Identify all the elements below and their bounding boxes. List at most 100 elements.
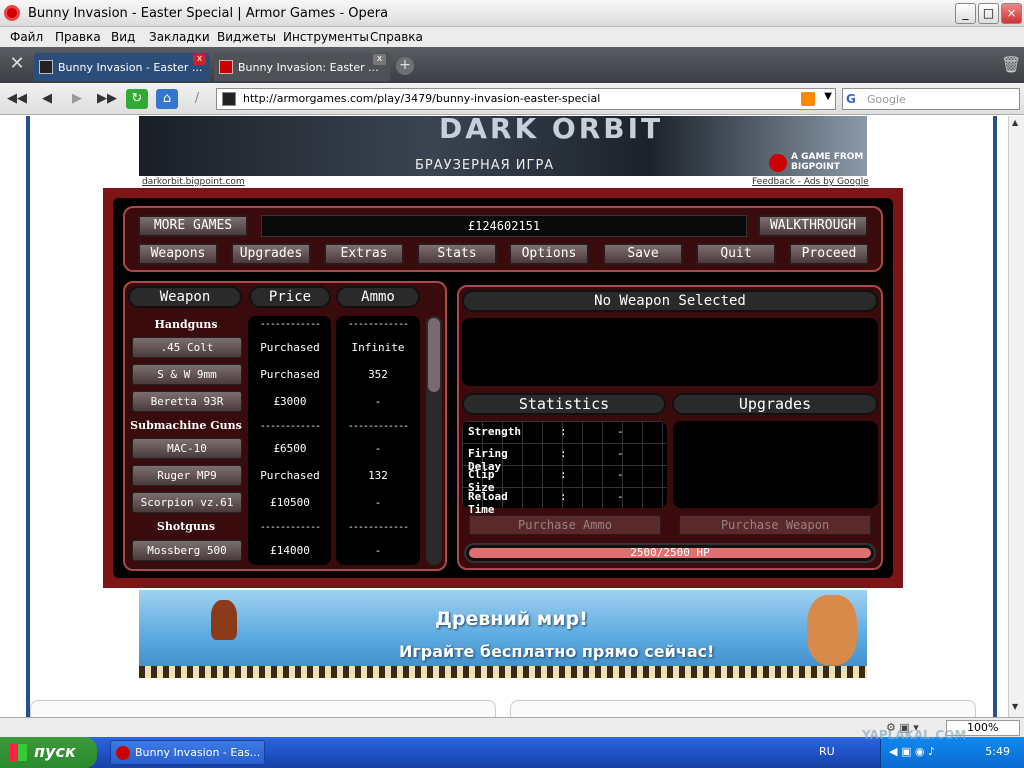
weapon-header: Weapon bbox=[128, 286, 242, 308]
bigpoint-logo-icon bbox=[769, 154, 787, 172]
search-field[interactable]: G Google bbox=[842, 88, 1020, 110]
weapon-sw-9mm[interactable]: S & W 9mm bbox=[132, 364, 242, 385]
sage-character-image bbox=[807, 595, 857, 665]
stat-strength-value: - bbox=[617, 425, 624, 438]
ammo-divider: ------------ bbox=[347, 319, 409, 330]
fast-forward-icon[interactable]: ▶▶ bbox=[96, 89, 118, 109]
ad-brand: A GAME FROM BIGPOINT bbox=[791, 152, 864, 172]
ammo-divider: ------------ bbox=[347, 522, 409, 533]
weapon-beretta-93r[interactable]: Beretta 93R bbox=[132, 391, 242, 412]
scroll-down-icon[interactable]: ▼ bbox=[1012, 702, 1018, 711]
language-indicator[interactable]: RU bbox=[819, 745, 835, 758]
purchase-weapon-button[interactable]: Purchase Weapon bbox=[679, 515, 871, 535]
reload-icon[interactable]: ↻ bbox=[126, 89, 148, 109]
google-icon: G bbox=[846, 92, 856, 106]
weapon-mac-10[interactable]: MAC-10 bbox=[132, 438, 242, 459]
menu-view[interactable]: Вид bbox=[111, 30, 135, 44]
price-cell: £6500 bbox=[273, 442, 307, 455]
more-games-button[interactable]: MORE GAMES bbox=[138, 215, 248, 237]
ad-logo: DARK ORBIT bbox=[439, 116, 664, 145]
page-scrollbar[interactable]: ▲ ▼ bbox=[1008, 116, 1024, 717]
close-button[interactable]: × bbox=[1001, 3, 1022, 24]
wand-icon[interactable]: / bbox=[186, 89, 208, 109]
ammo-cell: - bbox=[374, 544, 382, 557]
stat-separator: : bbox=[560, 490, 567, 503]
menu-bookmarks[interactable]: Закладки bbox=[149, 30, 210, 44]
proceed-button[interactable]: Proceed bbox=[789, 243, 869, 265]
tools-icon[interactable]: ✕ bbox=[4, 53, 30, 77]
stats-tab[interactable]: Stats bbox=[417, 243, 497, 265]
hp-text: 2500/2500 HP bbox=[630, 546, 710, 559]
extras-tab[interactable]: Extras bbox=[324, 243, 404, 265]
walkthrough-button[interactable]: WALKTHROUGH bbox=[758, 215, 868, 237]
tab-label: Bunny Invasion: Easter ... bbox=[238, 61, 379, 74]
menu-widgets[interactable]: Виджеты bbox=[217, 30, 276, 44]
weapon-ruger-mp9[interactable]: Ruger MP9 bbox=[132, 465, 242, 486]
bottom-banner-ad[interactable]: Древний мир! Играйте бесплатно прямо сей… bbox=[139, 590, 867, 678]
tab-active[interactable]: Bunny Invasion - Easter ... x bbox=[34, 53, 210, 81]
weapon-45-colt[interactable]: .45 Colt bbox=[132, 337, 242, 358]
options-tab[interactable]: Options bbox=[509, 243, 589, 265]
windows-logo-icon bbox=[9, 744, 27, 761]
tray-icons[interactable]: ◀ ▣ ◉ ♪ bbox=[889, 745, 935, 758]
weapons-tab[interactable]: Weapons bbox=[138, 243, 218, 265]
dropdown-arrow-icon[interactable]: ▼ bbox=[824, 91, 832, 102]
purchase-ammo-button[interactable]: Purchase Ammo bbox=[469, 515, 661, 535]
ad-subtitle: БРАУЗЕРНАЯ ИГРА bbox=[415, 158, 555, 173]
minimize-button[interactable]: _ bbox=[955, 3, 976, 24]
price-cell: £10500 bbox=[270, 496, 310, 509]
menu-bar: Файл Правка Вид Закладки Виджеты Инструм… bbox=[0, 27, 1024, 47]
money-display: £124602151 bbox=[261, 215, 747, 237]
rss-icon[interactable] bbox=[801, 92, 815, 106]
menu-edit[interactable]: Правка bbox=[55, 30, 101, 44]
new-tab-icon[interactable]: + bbox=[396, 57, 414, 75]
price-cell: Purchased bbox=[260, 368, 320, 381]
scrollbar-thumb[interactable] bbox=[428, 318, 440, 392]
ammo-cell: Infinite bbox=[351, 341, 405, 354]
address-field[interactable]: http://armorgames.com/play/3479/bunny-in… bbox=[216, 88, 836, 110]
price-cell: Purchased bbox=[260, 469, 320, 482]
stat-reload-time-value: - bbox=[617, 490, 624, 503]
upgrades-header: Upgrades bbox=[672, 393, 878, 415]
menu-help[interactable]: Справка bbox=[370, 30, 423, 44]
ad-link-right[interactable]: Feedback - Ads by Google bbox=[752, 177, 869, 187]
back-icon[interactable]: ◀ bbox=[36, 89, 58, 109]
title-bar: Bunny Invasion - Easter Special | Armor … bbox=[0, 0, 1024, 27]
tab-bar: ✕ Bunny Invasion - Easter ... x Bunny In… bbox=[0, 47, 1024, 83]
stat-separator: : bbox=[560, 425, 567, 438]
hp-bar: 2500/2500 HP bbox=[464, 543, 876, 563]
price-divider: ------------ bbox=[259, 319, 321, 330]
menu-file[interactable]: Файл bbox=[10, 30, 43, 44]
page-border-left bbox=[26, 116, 30, 717]
save-button[interactable]: Save bbox=[603, 243, 683, 265]
trash-icon[interactable]: 🗑 bbox=[1001, 55, 1021, 74]
upgrades-tab[interactable]: Upgrades bbox=[231, 243, 311, 265]
tab-inactive[interactable]: Bunny Invasion: Easter ... x bbox=[214, 53, 390, 81]
ammo-cell: - bbox=[374, 442, 382, 455]
home-icon[interactable]: ⌂ bbox=[156, 89, 178, 109]
quit-button[interactable]: Quit bbox=[696, 243, 776, 265]
scroll-up-icon[interactable]: ▲ bbox=[1012, 118, 1018, 127]
rewind-icon[interactable]: ◀◀ bbox=[6, 89, 28, 109]
menu-tools[interactable]: Инструменты bbox=[283, 30, 369, 44]
close-tab-icon[interactable]: x bbox=[193, 54, 206, 65]
taskbar-opera-window[interactable]: Bunny Invasion - Eas... bbox=[110, 740, 265, 765]
close-tab-icon[interactable]: x bbox=[373, 54, 386, 65]
stat-reload-time-label: Reload Time bbox=[468, 490, 508, 516]
list-scrollbar[interactable] bbox=[426, 316, 442, 565]
price-header: Price bbox=[249, 286, 331, 308]
search-placeholder: Google bbox=[867, 93, 906, 106]
maximize-button[interactable]: □ bbox=[978, 3, 999, 24]
ad-headline: Древний мир! bbox=[435, 608, 588, 630]
ammo-header: Ammo bbox=[336, 286, 420, 308]
start-button[interactable]: пуск bbox=[0, 737, 97, 768]
weapon-mossberg-500[interactable]: Mossberg 500 bbox=[132, 540, 242, 561]
ad-link-left[interactable]: darkorbit.bigpoint.com bbox=[142, 177, 245, 187]
top-banner-ad[interactable]: DARK ORBIT БРАУЗЕРНАЯ ИГРА A GAME FROM B… bbox=[139, 116, 867, 176]
weapon-scorpion[interactable]: Scorpion vz.61 bbox=[132, 492, 242, 513]
forward-icon[interactable]: ▶ bbox=[66, 89, 88, 109]
ammo-cell: - bbox=[374, 395, 382, 408]
opera-icon bbox=[116, 746, 130, 760]
weapon-preview bbox=[462, 318, 878, 386]
site-icon bbox=[39, 60, 53, 74]
